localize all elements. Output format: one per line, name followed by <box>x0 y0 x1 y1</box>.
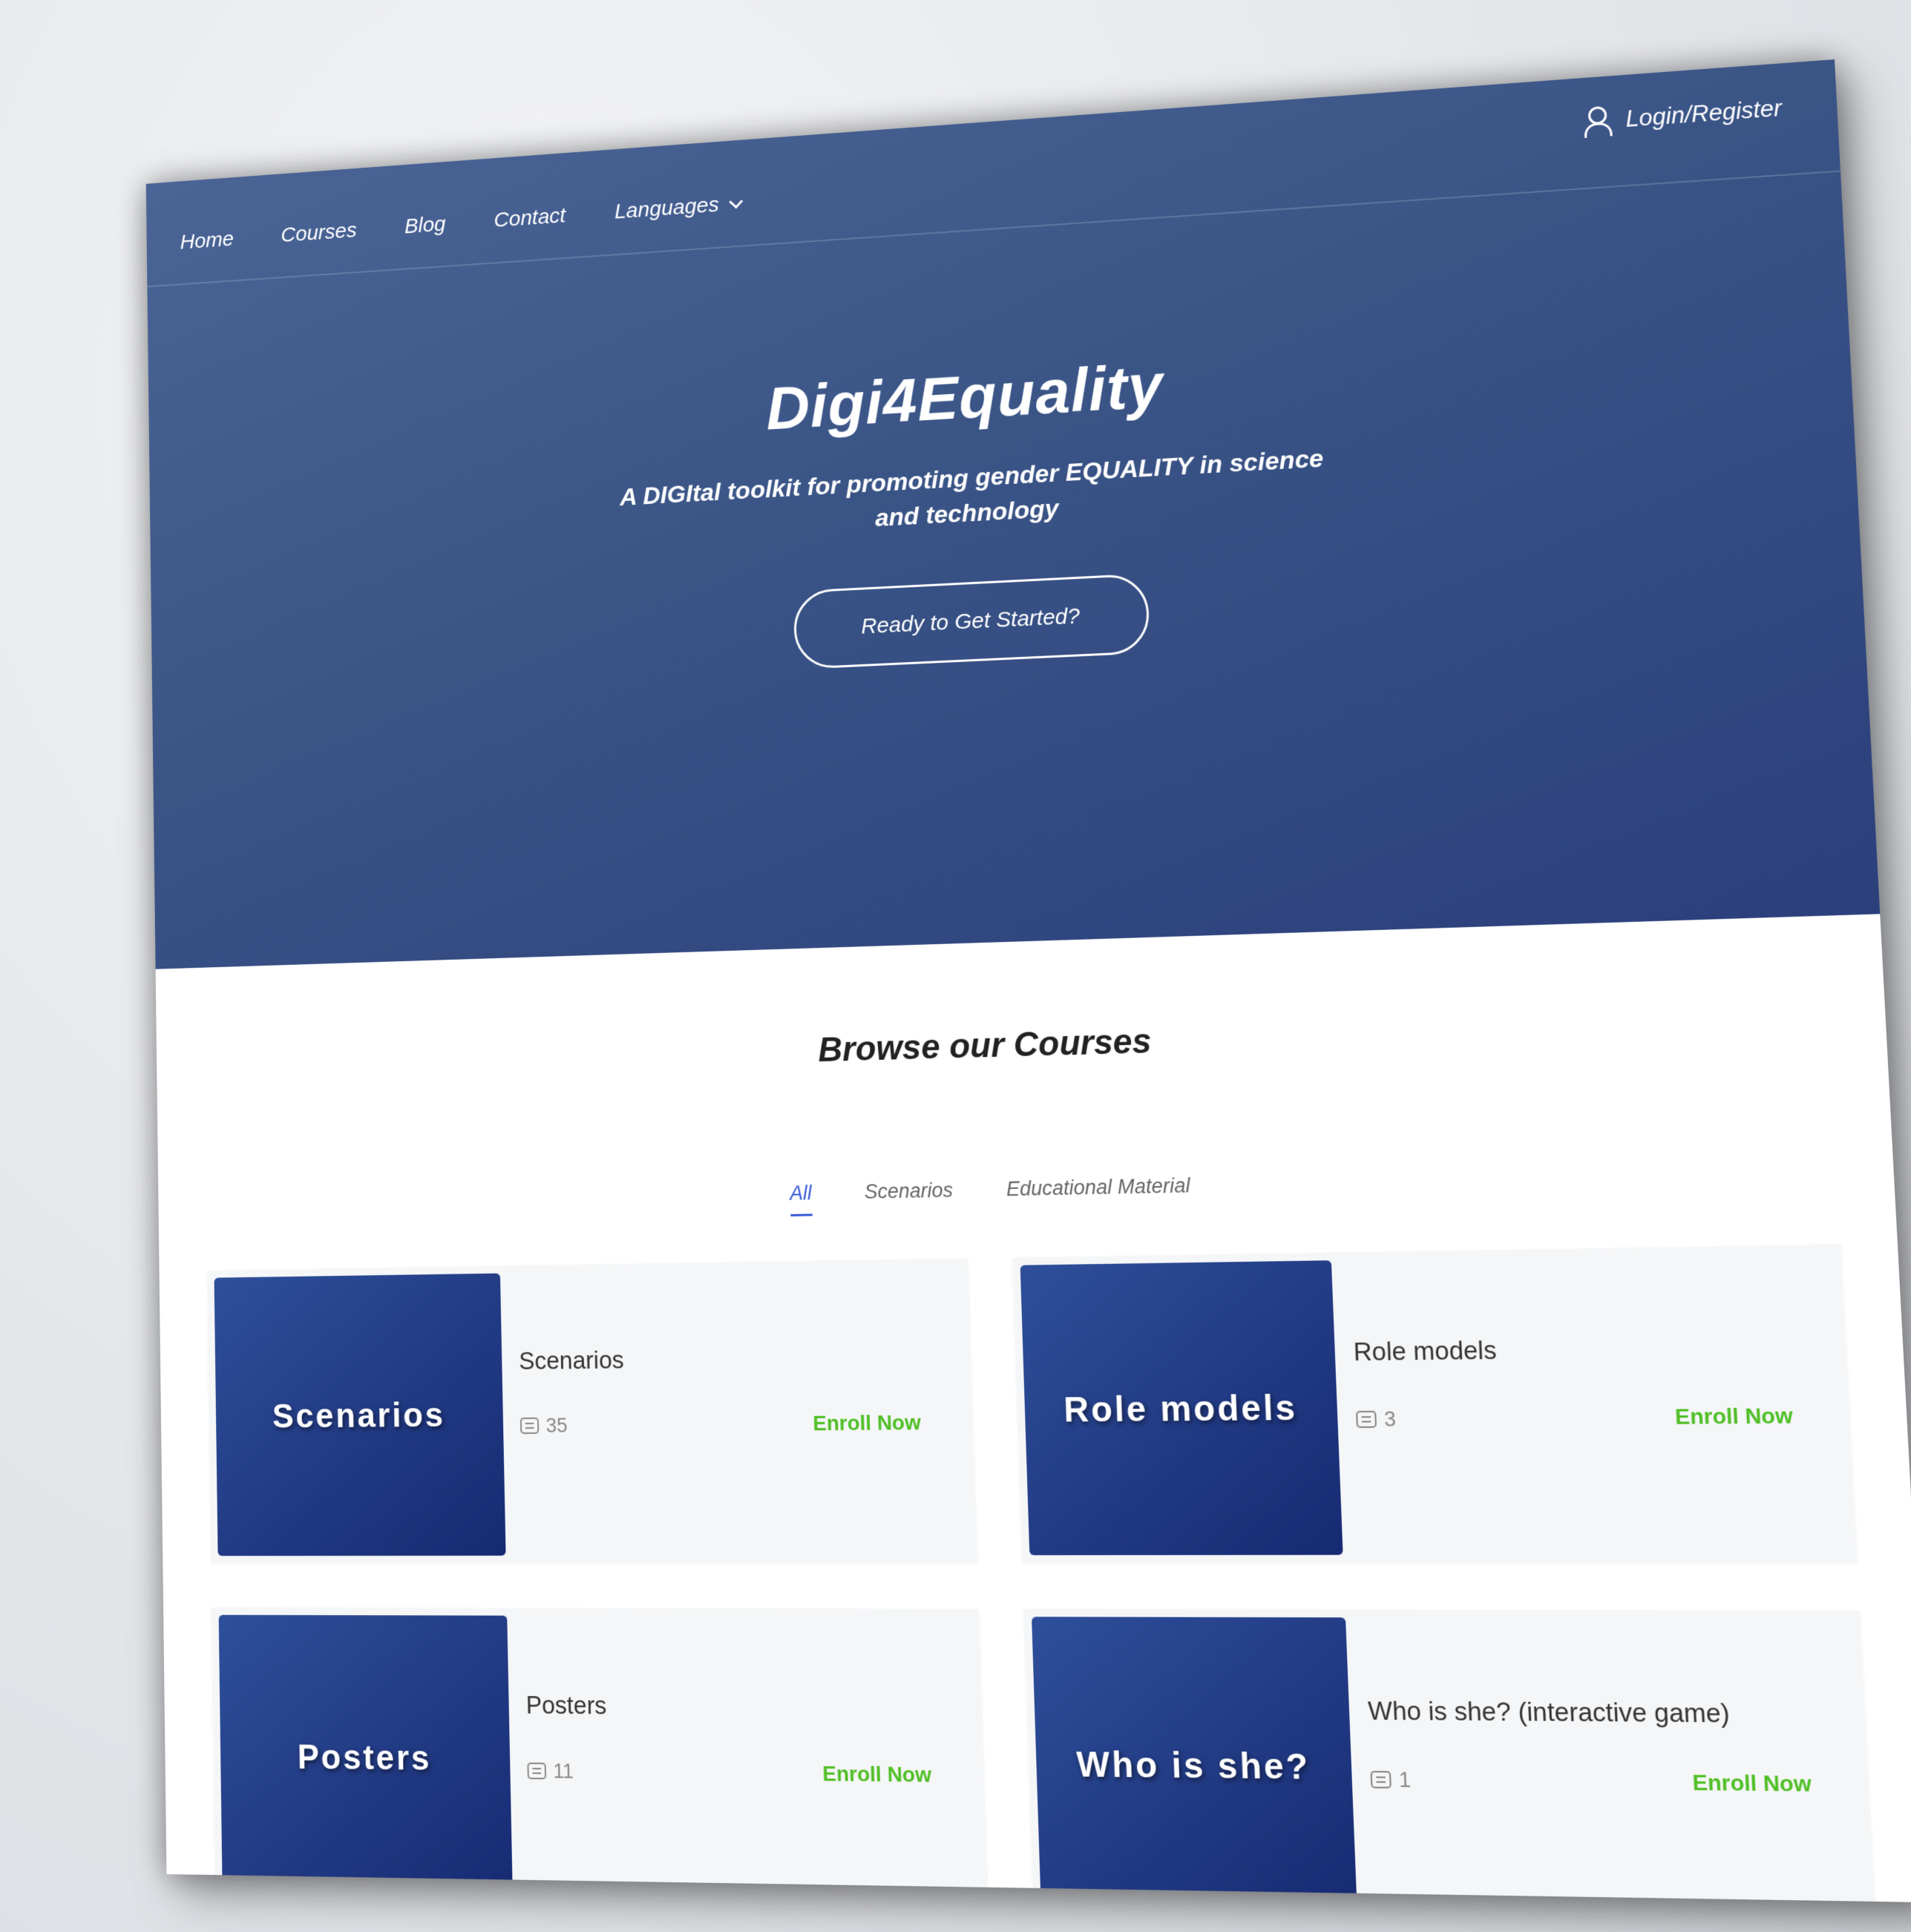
get-started-button[interactable]: Ready to Get Started? <box>793 573 1151 670</box>
course-card-scenarios[interactable]: Scenarios Scenarios 35 Enroll Now <box>207 1258 977 1564</box>
hero-subtitle: A DIGItal toolkit for promoting gender E… <box>619 444 1324 532</box>
hero-title: Digi4Equality <box>765 350 1165 443</box>
course-meta: 35 Enroll Now <box>519 1410 922 1438</box>
course-card-role-models[interactable]: Role models Role models 3 Enroll Now <box>1012 1244 1858 1563</box>
course-thumbnail[interactable]: Role models <box>1020 1260 1343 1556</box>
course-title[interactable]: Scenarios <box>519 1343 920 1375</box>
comment-icon <box>527 1762 547 1780</box>
section-title: Browse our Courses <box>817 1021 1153 1070</box>
user-icon <box>1581 106 1609 137</box>
login-register-link[interactable]: Login/Register <box>1581 94 1783 137</box>
lesson-count-value: 1 <box>1398 1767 1412 1792</box>
browse-courses-section: Browse our Courses All Scenarios Educati… <box>156 914 1911 1903</box>
enroll-now-button[interactable]: Enroll Now <box>813 1410 921 1435</box>
nav-blog[interactable]: Blog <box>404 212 446 239</box>
top-navbar: Home Courses Blog Contact Languages Logi… <box>145 59 1841 288</box>
course-title[interactable]: Posters <box>525 1691 929 1723</box>
lesson-count-value: 3 <box>1383 1407 1397 1431</box>
enroll-now-button[interactable]: Enroll Now <box>1674 1404 1793 1430</box>
course-card-posters[interactable]: Posters Posters 11 Enroll Now <box>212 1607 989 1903</box>
nav-courses[interactable]: Courses <box>281 218 357 247</box>
course-meta: 1 Enroll Now <box>1370 1767 1812 1798</box>
lesson-count: 35 <box>519 1413 568 1438</box>
filter-tab-educational-material[interactable]: Educational Material <box>1006 1174 1190 1213</box>
course-meta: 3 Enroll Now <box>1355 1404 1794 1432</box>
chevron-down-icon <box>728 194 743 209</box>
enroll-now-button[interactable]: Enroll Now <box>822 1761 932 1787</box>
lesson-count: 1 <box>1370 1767 1412 1792</box>
lesson-count: 3 <box>1355 1407 1397 1432</box>
login-register-label: Login/Register <box>1625 94 1783 132</box>
nav-languages-dropdown[interactable]: Languages <box>614 191 743 224</box>
enroll-now-button[interactable]: Enroll Now <box>1692 1770 1812 1797</box>
filter-tab-all[interactable]: All <box>789 1181 813 1216</box>
nav-contact[interactable]: Contact <box>494 203 566 232</box>
course-info: Posters 11 Enroll Now <box>507 1608 989 1903</box>
lesson-count-value: 35 <box>545 1413 568 1437</box>
webpage: Home Courses Blog Contact Languages Logi… <box>145 59 1911 1903</box>
course-meta: 11 Enroll Now <box>527 1759 931 1788</box>
nav-home[interactable]: Home <box>180 227 234 255</box>
comment-icon <box>1370 1770 1392 1789</box>
course-thumbnail[interactable]: Who is she? <box>1032 1617 1358 1903</box>
course-title[interactable]: Role models <box>1353 1332 1790 1366</box>
comment-icon <box>1355 1410 1377 1428</box>
comment-icon <box>519 1417 540 1434</box>
filter-tab-scenarios[interactable]: Scenarios <box>864 1179 954 1215</box>
course-thumbnail[interactable]: Scenarios <box>214 1273 506 1556</box>
course-filter-tabs: All Scenarios Educational Material <box>158 1160 1895 1228</box>
course-title[interactable]: Who is she? (interactive game) <box>1367 1696 1809 1729</box>
main-nav: Home Courses Blog Contact Languages <box>180 191 743 255</box>
course-grid: Scenarios Scenarios 35 Enroll Now Role m… <box>207 1244 1877 1903</box>
screenshot-stage: Home Courses Blog Contact Languages Logi… <box>0 0 1911 1932</box>
course-thumbnail[interactable]: Posters <box>218 1614 514 1903</box>
course-info: Scenarios 35 Enroll Now <box>500 1259 977 1563</box>
hero-section: Home Courses Blog Contact Languages Logi… <box>145 59 1881 969</box>
hero-content: Digi4Equality A DIGItal toolkit for prom… <box>148 307 1864 699</box>
course-info: Who is she? (interactive game) 1 Enroll … <box>1345 1610 1877 1903</box>
course-card-who-is-she[interactable]: Who is she? Who is she? (interactive gam… <box>1023 1608 1877 1903</box>
lesson-count: 11 <box>527 1759 574 1783</box>
nav-languages-label: Languages <box>614 192 720 224</box>
course-info: Role models 3 Enroll Now <box>1331 1245 1857 1563</box>
lesson-count-value: 11 <box>553 1759 574 1783</box>
